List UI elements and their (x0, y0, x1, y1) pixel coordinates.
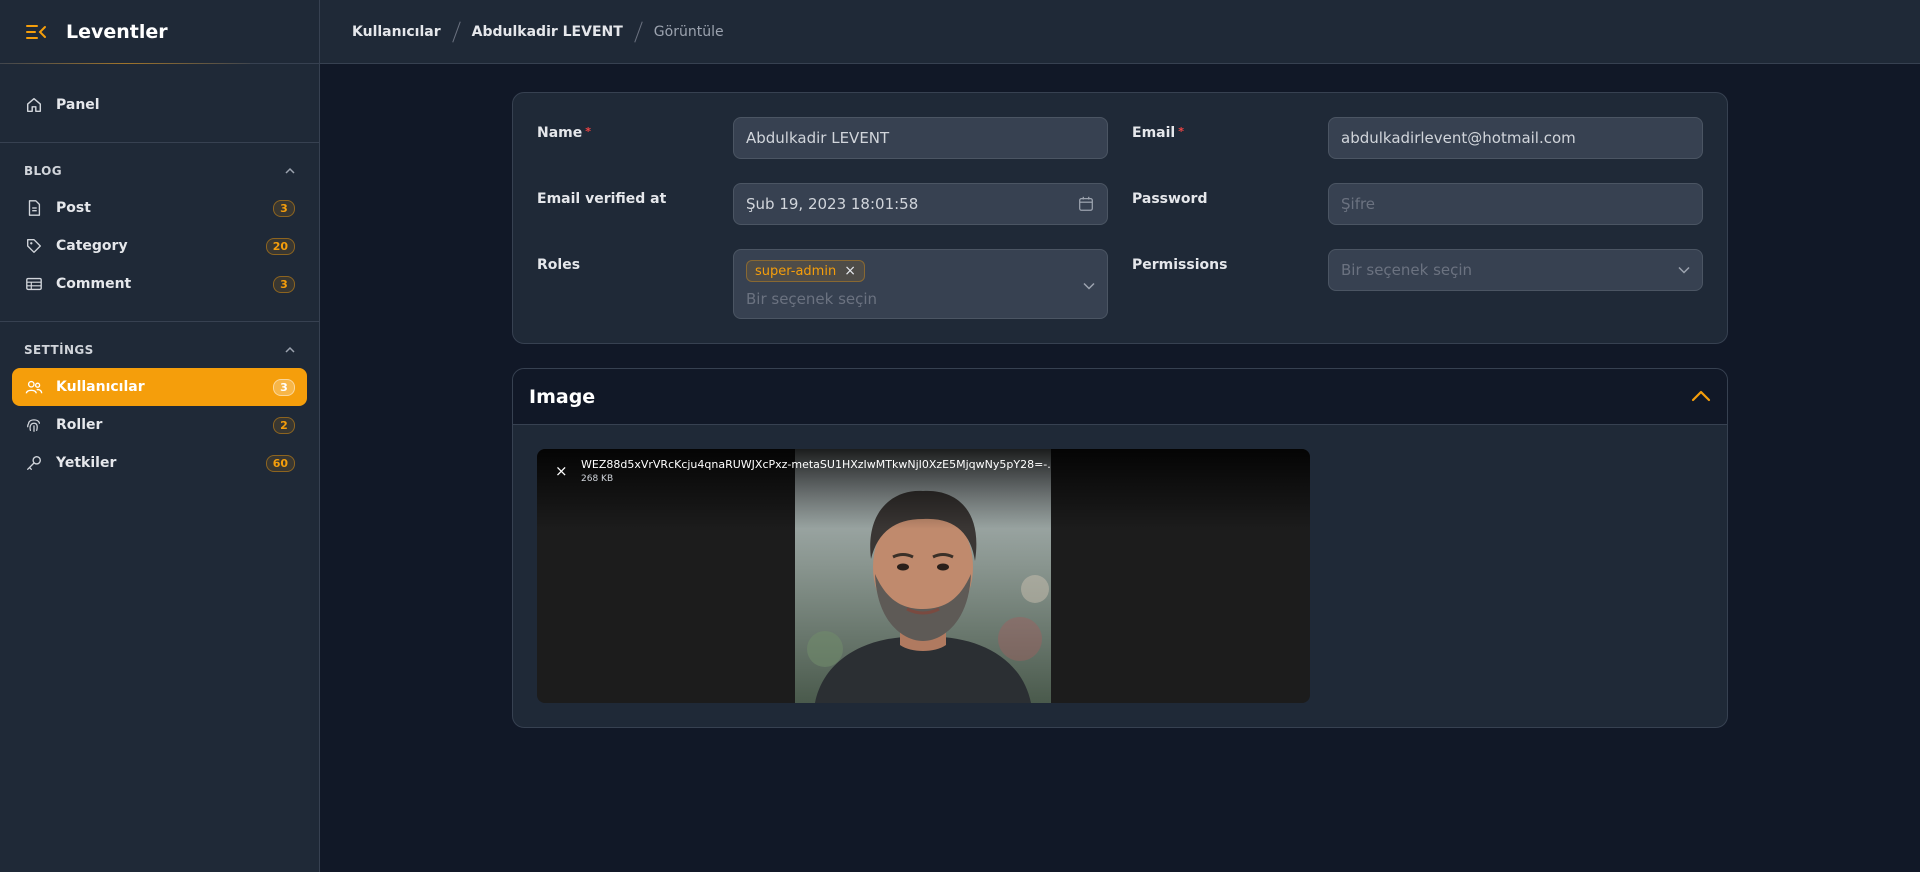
chevron-down-icon (1678, 266, 1690, 274)
brand: Leventler (0, 0, 319, 64)
document-icon (24, 198, 44, 218)
image-section-header[interactable]: Image (513, 369, 1727, 425)
sidebar-item-post[interactable]: Post 3 (12, 189, 307, 227)
image-section: Image × WEZ88d5xVrVRcKcju4qnaRUWJXcPxz-m… (512, 368, 1728, 728)
email-label: Email * (1132, 125, 1184, 141)
sidebar-group-settings: SETTİNGS Kullanıcılar 3 Roller 2 Yetkile… (0, 321, 319, 482)
roles-label: Roles (537, 257, 581, 273)
chevron-down-icon (1083, 276, 1095, 294)
breadcrumb-item[interactable]: Kullanıcılar (352, 24, 441, 40)
image-upload-preview[interactable]: × WEZ88d5xVrVRcKcju4qnaRUWJXcPxz-metaSU1… (537, 449, 1310, 703)
password-label: Password (1132, 191, 1208, 207)
sidebar-group-header[interactable]: BLOG (12, 153, 307, 189)
breadcrumb: Kullanıcılar Abdulkadir LEVENT Görüntüle (320, 0, 1920, 64)
count-badge: 3 (273, 275, 295, 293)
users-icon (24, 377, 44, 397)
email-field[interactable]: abdulkadirlevent@hotmail.com (1328, 117, 1703, 159)
breadcrumb-current: Görüntüle (653, 23, 724, 40)
sidebar-item-label: Yetkiler (56, 455, 117, 471)
file-size: 268 KB (581, 474, 614, 484)
breadcrumb-separator (451, 20, 461, 43)
name-field[interactable]: Abdulkadir LEVENT (733, 117, 1108, 159)
sidebar-group-header[interactable]: SETTİNGS (12, 332, 307, 368)
count-badge: 3 (273, 199, 295, 217)
fingerprint-icon (24, 415, 44, 435)
sidebar-group-blog: BLOG Post 3 Category 20 Comment 3 (0, 142, 319, 303)
remove-file-icon[interactable]: × (555, 462, 568, 480)
menu-collapse-icon[interactable] (24, 20, 48, 44)
password-field[interactable]: Şifre (1328, 183, 1703, 225)
group-title: SETTİNGS (24, 343, 94, 357)
sidebar-item-label: Panel (56, 97, 100, 113)
tag-icon (24, 236, 44, 256)
role-tag: super-admin × (746, 260, 865, 282)
sidebar: Leventler Panel BLOG Post 3 Category 20 (0, 0, 320, 872)
count-badge: 3 (273, 378, 295, 396)
chevron-up-icon[interactable] (1691, 387, 1711, 406)
image-section-title: Image (529, 385, 596, 408)
count-badge: 60 (265, 454, 295, 472)
sidebar-item-label: Post (56, 200, 91, 216)
roles-select[interactable]: super-admin × Bir seçenek seçin (733, 249, 1108, 319)
breadcrumb-item[interactable]: Abdulkadir LEVENT (472, 24, 623, 40)
sidebar-item-kullanicilar[interactable]: Kullanıcılar 3 (12, 368, 307, 406)
sidebar-item-label: Kullanıcılar (56, 379, 145, 395)
breadcrumb-separator (634, 20, 643, 43)
brand-name: Leventler (66, 20, 168, 43)
remove-tag-icon[interactable]: × (844, 263, 856, 279)
sidebar-item-label: Roller (56, 417, 103, 433)
chevron-up-icon (285, 343, 295, 357)
chevron-up-icon (285, 164, 295, 178)
sidebar-item-category[interactable]: Category 20 (12, 227, 307, 265)
permissions-select[interactable]: Bir seçenek seçin (1328, 249, 1703, 291)
sidebar-item-label: Comment (56, 276, 132, 292)
home-icon (24, 95, 44, 115)
key-icon (24, 453, 44, 473)
sidebar-item-roller[interactable]: Roller 2 (12, 406, 307, 444)
name-label: Name * (537, 125, 592, 141)
count-badge: 2 (273, 416, 295, 434)
count-badge: 20 (265, 237, 295, 255)
calendar-icon[interactable] (1077, 195, 1095, 213)
user-form-card: Name * Abdulkadir LEVENT Email * abdulkadi… (512, 92, 1728, 344)
sidebar-item-comment[interactable]: Comment 3 (12, 265, 307, 303)
sidebar-item-panel[interactable]: Panel (12, 86, 307, 124)
table-icon (24, 274, 44, 294)
permissions-label: Permissions (1132, 257, 1228, 273)
email-verified-label: Email verified at (537, 191, 667, 207)
group-title: BLOG (24, 164, 63, 178)
sidebar-item-label: Category (56, 238, 128, 254)
email-verified-field[interactable]: Şub 19, 2023 18:01:58 (733, 183, 1108, 225)
sidebar-item-yetkiler[interactable]: Yetkiler 60 (12, 444, 307, 482)
file-name: WEZ88d5xVrVRcKcju4qnaRUWJXcPxz-metaSU1HX… (581, 458, 1051, 471)
